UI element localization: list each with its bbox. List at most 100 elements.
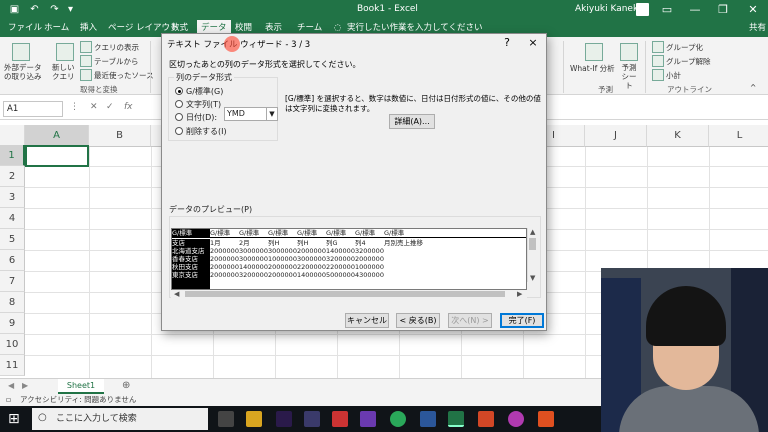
app-icon[interactable]: [538, 411, 554, 427]
row-header[interactable]: 5: [0, 229, 25, 250]
name-box[interactable]: A1: [3, 101, 63, 117]
whatif-button[interactable]: What-If 分析: [570, 63, 615, 74]
radio-general[interactable]: G/標準(G): [175, 86, 223, 97]
chrome-icon[interactable]: [390, 411, 406, 427]
excel-icon[interactable]: [448, 411, 464, 427]
scroll-left-icon[interactable]: ◀: [174, 290, 179, 298]
avatar[interactable]: [636, 3, 649, 16]
preview-vertical-scrollbar[interactable]: ▲ ▼: [527, 228, 537, 282]
preview-header-cell[interactable]: G/標準: [297, 229, 326, 237]
new-query-icon[interactable]: [56, 43, 74, 61]
preview-header-cell[interactable]: G/標準: [210, 229, 239, 237]
column-header[interactable]: L: [709, 125, 768, 147]
app-icon[interactable]: [508, 411, 524, 427]
minimize-button[interactable]: —: [680, 0, 710, 20]
forecast-sheet-button[interactable]: 予測シート: [618, 63, 640, 90]
external-data-icon[interactable]: [12, 43, 30, 61]
function-icon[interactable]: fx: [124, 102, 133, 112]
preview-header-cell[interactable]: G/標準: [384, 229, 444, 237]
select-all-corner[interactable]: [0, 125, 25, 147]
preview-horizontal-scrollbar[interactable]: ◀ ▶: [171, 290, 527, 298]
radio-selected-icon[interactable]: [175, 87, 183, 95]
app-icon[interactable]: [304, 411, 320, 427]
cancel-icon[interactable]: ✕: [90, 102, 98, 112]
next-button[interactable]: 次へ(N) >: [448, 313, 492, 328]
redo-icon[interactable]: ↷: [48, 3, 61, 16]
external-data-button[interactable]: 外部データの取り込み: [4, 63, 48, 81]
dialog-close-button[interactable]: ×: [524, 35, 542, 51]
chevron-down-icon[interactable]: ▼: [266, 108, 277, 120]
preview-header-cell[interactable]: G/標準: [239, 229, 268, 237]
premiere-icon[interactable]: [276, 411, 292, 427]
filezilla-icon[interactable]: [332, 411, 348, 427]
row-header[interactable]: 2: [0, 166, 25, 187]
scroll-thumb[interactable]: [529, 238, 536, 250]
maximize-button[interactable]: ❐: [708, 0, 738, 20]
group-button[interactable]: グループ化: [666, 42, 703, 53]
row-header[interactable]: 6: [0, 250, 25, 271]
scroll-up-icon[interactable]: ▲: [530, 228, 535, 236]
show-queries-button[interactable]: クエリの表示: [94, 42, 139, 53]
row-header[interactable]: 4: [0, 208, 25, 229]
taskbar-search[interactable]: ここに入力して検索: [32, 408, 208, 430]
next-sheet-icon[interactable]: ▶: [22, 381, 28, 390]
column-header[interactable]: B: [89, 125, 151, 147]
sheet-tab[interactable]: Sheet1: [58, 379, 104, 394]
new-query-button[interactable]: 新しいクエリ: [52, 63, 78, 81]
preview-header-cell[interactable]: G/標準: [268, 229, 297, 237]
row-header[interactable]: 8: [0, 292, 25, 313]
scroll-right-icon[interactable]: ▶: [517, 290, 522, 298]
column-header[interactable]: A: [25, 125, 89, 147]
recent-sources-button[interactable]: 最近使ったソース: [94, 70, 154, 81]
prev-sheet-icon[interactable]: ◀: [8, 381, 14, 390]
powerpoint-icon[interactable]: [478, 411, 494, 427]
radio-date[interactable]: 日付(D):: [175, 112, 217, 123]
column-header[interactable]: K: [647, 125, 709, 147]
add-sheet-icon[interactable]: ⊕: [122, 380, 130, 391]
from-table-button[interactable]: テーブルから: [94, 56, 139, 67]
finish-button[interactable]: 完了(F): [500, 313, 544, 328]
radio-skip[interactable]: 削除する(I): [175, 126, 227, 137]
row-header[interactable]: 9: [0, 313, 25, 334]
date-format-select[interactable]: YMD ▼: [224, 107, 278, 121]
row-header[interactable]: 10: [0, 334, 25, 355]
preview-header-cell[interactable]: G/標準: [326, 229, 355, 237]
preview-header-cell[interactable]: G/標準: [172, 229, 210, 237]
cancel-button[interactable]: キャンセル: [345, 313, 389, 328]
ribbon-display-icon[interactable]: ▭: [652, 0, 682, 20]
close-button[interactable]: ✕: [738, 0, 768, 20]
radio-icon[interactable]: [175, 113, 183, 121]
radio-icon[interactable]: [175, 127, 183, 135]
whatif-icon[interactable]: [585, 43, 603, 61]
windows-start-icon[interactable]: ⊞: [8, 411, 20, 427]
collapse-ribbon-icon[interactable]: ^: [750, 83, 756, 92]
row-header[interactable]: 3: [0, 187, 25, 208]
radio-text[interactable]: 文字列(T): [175, 99, 221, 110]
file-explorer-icon[interactable]: [246, 411, 262, 427]
row-header[interactable]: 1: [0, 145, 25, 166]
tab-home[interactable]: ホーム: [40, 20, 73, 37]
accessibility-status[interactable]: アクセシビリティ: 問題ありません: [20, 394, 136, 406]
data-preview[interactable]: G/標準 G/標準 G/標準 G/標準 G/標準 G/標準 G/標準 G/標準 …: [171, 228, 527, 290]
advanced-button[interactable]: 詳細(A)...: [389, 114, 435, 129]
back-button[interactable]: < 戻る(B): [396, 313, 440, 328]
scroll-thumb[interactable]: [185, 291, 505, 297]
enter-icon[interactable]: ✓: [106, 102, 114, 112]
row-header[interactable]: 7: [0, 271, 25, 292]
ungroup-button[interactable]: グループ解除: [666, 56, 711, 67]
task-view-icon[interactable]: [218, 411, 234, 427]
word-icon[interactable]: [420, 411, 436, 427]
active-cell[interactable]: [25, 145, 89, 167]
scroll-down-icon[interactable]: ▼: [530, 274, 535, 282]
share-button[interactable]: 共有: [745, 20, 768, 37]
forecast-sheet-icon[interactable]: [620, 43, 638, 61]
row-header[interactable]: 11: [0, 355, 25, 376]
visual-studio-icon[interactable]: [360, 411, 376, 427]
help-button[interactable]: ?: [498, 35, 516, 51]
undo-icon[interactable]: ↶: [28, 3, 41, 16]
tab-insert[interactable]: 挿入: [76, 20, 101, 37]
qat-customize-icon[interactable]: ▾: [64, 3, 77, 16]
radio-icon[interactable]: [175, 100, 183, 108]
subtotal-button[interactable]: 小計: [666, 70, 681, 81]
column-header[interactable]: J: [585, 125, 647, 147]
